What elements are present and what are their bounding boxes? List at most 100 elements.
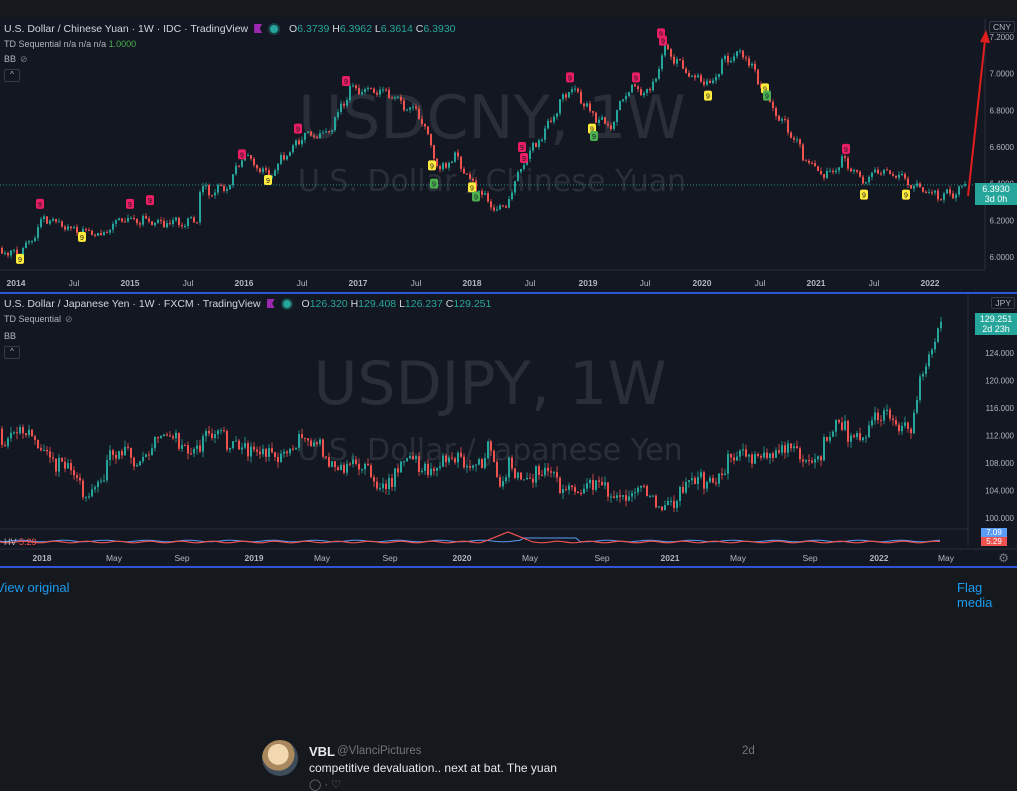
- usdcny-candle: [193, 217, 195, 223]
- usdcny-candle: [655, 78, 657, 82]
- usdjpy-candle: [625, 495, 627, 501]
- usdcny-candle: [745, 57, 747, 59]
- usdcny-candle: [55, 218, 57, 222]
- usdcny-candle: [508, 199, 510, 208]
- usdjpy-candle: [421, 470, 423, 472]
- usdjpy-candle: [244, 443, 246, 448]
- usdjpy-candle: [544, 467, 546, 476]
- usdcny-candle: [460, 156, 462, 169]
- usdjpy-candle: [634, 492, 636, 494]
- usdjpy-candle: [82, 480, 84, 498]
- usdcny-candle: [280, 155, 282, 164]
- usdcny-candle: [1, 247, 3, 254]
- usdjpy-candle: [307, 438, 309, 441]
- usdcny-candle: [448, 162, 450, 168]
- usdcny-candle: [646, 89, 648, 93]
- usdcny-candle: [331, 130, 333, 132]
- usdcny-candle: [529, 150, 531, 159]
- live-dot-icon: [270, 25, 279, 33]
- usdcny-time-tick: Jul: [869, 278, 880, 288]
- usdcny-title: U.S. Dollar / Chinese Yuan · 1W · IDC · …: [4, 23, 249, 35]
- usdcny-candle: [541, 139, 543, 141]
- usdjpy-chart[interactable]: 124.000 120.000 116.000 112.000 108.000 104.0…: [0, 294, 1017, 566]
- usdcny-candle: [172, 220, 174, 225]
- usdcny-price-tick: 6.8000: [990, 106, 1015, 115]
- usdcny-candle: [262, 168, 264, 173]
- usdcny-candle: [406, 109, 408, 111]
- usdcny-time-tick: Jul: [183, 278, 194, 288]
- usdjpy-candle: [241, 447, 243, 450]
- usdjpy-candle: [664, 505, 666, 511]
- usdjpy-candle: [520, 472, 522, 480]
- usdjpy-currency-label[interactable]: JPY: [991, 297, 1015, 309]
- flag-icon[interactable]: [254, 24, 263, 33]
- usdcny-chart-pane[interactable]: 7.20007.00006.80006.60006.40006.20006.00…: [0, 18, 1017, 292]
- chevron-up-icon[interactable]: ^: [4, 69, 20, 82]
- usdjpy-candle: [127, 446, 129, 448]
- usdjpy-candle: [514, 468, 516, 479]
- usdcny-candle: [175, 217, 177, 221]
- usdjpy-candle: [889, 409, 891, 419]
- avatar[interactable]: [262, 740, 298, 776]
- usdjpy-candle: [469, 465, 471, 468]
- gear-icon[interactable]: ⚙: [998, 551, 1009, 565]
- flag-icon[interactable]: [266, 299, 275, 308]
- usdcny-currency-label[interactable]: CNY: [989, 21, 1015, 33]
- usdcny-candle: [796, 139, 798, 141]
- usdcny-chart[interactable]: 7.20007.00006.80006.60006.40006.20006.00…: [0, 18, 1017, 292]
- usdcny-candle: [553, 116, 555, 122]
- tweet-author-name[interactable]: VBL: [309, 744, 335, 759]
- usdjpy-candle: [745, 449, 747, 457]
- usdcny-candle: [868, 176, 870, 183]
- usdcny-candle: [829, 170, 831, 172]
- hv-legend[interactable]: HV 5.29: [4, 537, 37, 547]
- usdjpy-candle: [763, 452, 765, 458]
- usdcny-candle: [124, 221, 126, 223]
- usdjpy-chart-pane[interactable]: 124.000 120.000 116.000 112.000 108.000 104.0…: [0, 294, 1017, 566]
- usdjpy-candle: [268, 448, 270, 457]
- usdcny-candle: [850, 168, 852, 172]
- usdcny-candle: [661, 55, 663, 69]
- usdcny-candle: [727, 55, 729, 63]
- usdjpy-time-tick: 2022: [870, 553, 889, 563]
- usdjpy-candle: [355, 459, 357, 464]
- usdjpy-candle: [907, 422, 909, 429]
- tweet-author-handle[interactable]: @VlanciPictures: [337, 745, 422, 757]
- usdcny-candle: [148, 218, 150, 222]
- tweet-actions[interactable]: ◯ · ♡: [309, 778, 341, 791]
- view-original-link[interactable]: View original: [0, 580, 69, 595]
- tweet-time[interactable]: 2d: [742, 745, 755, 757]
- eye-slash-icon[interactable]: ⊘: [20, 54, 28, 65]
- usdjpy-candle: [490, 441, 492, 451]
- usdjpy-time-tick: May: [730, 553, 747, 563]
- usdcny-candle: [580, 91, 582, 104]
- usdjpy-price-tick: 108.000: [985, 459, 1014, 468]
- usdcny-candle: [625, 95, 627, 100]
- eye-slash-icon[interactable]: ⊘: [65, 314, 73, 325]
- usdjpy-candle: [283, 451, 285, 454]
- usdcny-candle: [250, 155, 252, 159]
- flag-media-link[interactable]: Flag media: [957, 580, 1017, 610]
- usdcny-bb-legend[interactable]: BB ⊘: [4, 54, 28, 65]
- usdcny-candle: [115, 220, 117, 224]
- usdjpy-candle: [601, 481, 603, 486]
- usdjpy-td-sequential-legend[interactable]: TD Sequential ⊘: [4, 314, 73, 325]
- usdcny-candle: [613, 121, 615, 129]
- usdcny-candle: [589, 103, 591, 112]
- usdjpy-time-tick: Sep: [382, 553, 397, 563]
- usdjpy-candle: [397, 468, 399, 473]
- usdcny-candle: [355, 85, 357, 89]
- chevron-up-icon[interactable]: ^: [4, 346, 20, 359]
- usdjpy-candle: [541, 474, 543, 476]
- td-sequential-label: 9: [904, 193, 908, 200]
- usdjpy-candle: [394, 468, 396, 487]
- usdjpy-bb-legend[interactable]: BB: [4, 331, 16, 341]
- usdjpy-candle: [220, 430, 222, 432]
- usdcny-candle: [310, 131, 312, 136]
- usdcny-td-sequential-legend[interactable]: TD Sequential n/a n/a n/a 1.0000: [4, 39, 136, 49]
- usdjpy-candle: [832, 431, 834, 437]
- usdjpy-candle: [655, 495, 657, 508]
- usdcny-candle: [139, 223, 141, 225]
- usdcny-candle: [664, 44, 666, 56]
- usdcny-candle: [955, 194, 957, 199]
